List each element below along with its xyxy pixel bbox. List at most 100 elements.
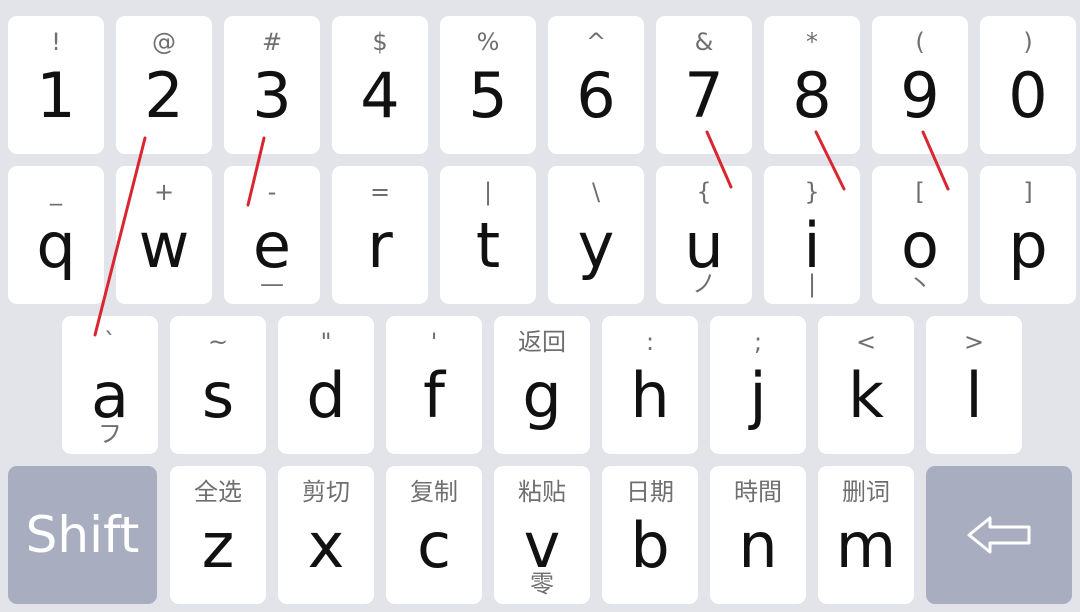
key-f[interactable]: ' f [386, 316, 482, 454]
key-o-tertiary-label: 丶 [908, 270, 932, 298]
soft-keyboard: ! 1 @2 #3 $4% 5 ^ 6 & 7 * 8(9) 0 _ q + w - e — = r | t \ y{u ノ} i |[… [0, 0, 1080, 612]
key-l[interactable]: > l [926, 316, 1022, 454]
key-4-secondary-label: $ [372, 28, 388, 56]
key-8-label: 8 [792, 59, 832, 132]
key-i-tertiary-label: | [807, 270, 817, 298]
key-t-secondary-label: | [483, 178, 493, 206]
key-e-tertiary-label: — [260, 270, 284, 298]
shift-key-label: Shift [25, 506, 140, 564]
key-h[interactable]: :h [602, 316, 698, 454]
key-9-label: 9 [900, 59, 940, 132]
key-i-secondary-label: } [804, 178, 820, 206]
key-u[interactable]: {u ノ [656, 166, 752, 304]
key-7[interactable]: & 7 [656, 16, 752, 154]
key-y-label: y [577, 209, 615, 282]
key-t[interactable]: | t [440, 166, 536, 304]
key-u-tertiary-label: ノ [692, 270, 716, 298]
key-2-label: 2 [144, 59, 184, 132]
key-d[interactable]: " d [278, 316, 374, 454]
key-o[interactable]: [o 丶 [872, 166, 968, 304]
key-o-secondary-label: [ [915, 178, 925, 206]
key-h-secondary-label: : [645, 328, 655, 356]
key-x-secondary-label: 剪切 [302, 478, 350, 506]
key-e[interactable]: - e — [224, 166, 320, 304]
key-1-secondary-label: ! [51, 28, 61, 56]
key-c[interactable]: 复制 c [386, 466, 482, 604]
key-0[interactable]: ) 0 [980, 16, 1076, 154]
key-k-secondary-label: < [855, 328, 877, 356]
key-z[interactable]: 全选 z [170, 466, 266, 604]
key-x[interactable]: 剪切 x [278, 466, 374, 604]
key-6[interactable]: ^ 6 [548, 16, 644, 154]
key-l-secondary-label: > [963, 328, 985, 356]
key-r[interactable]: = r [332, 166, 428, 304]
key-l-label: l [965, 359, 983, 432]
key-w[interactable]: + w [116, 166, 212, 304]
key-v[interactable]: 粘贴 v 零 [494, 466, 590, 604]
key-g-label: g [522, 359, 562, 432]
key-z-secondary-label: 全选 [194, 478, 242, 506]
key-q[interactable]: _ q [8, 166, 104, 304]
key-e-secondary-label: - [267, 178, 277, 206]
key-f-label: f [423, 359, 445, 432]
key-d-secondary-label: " [320, 328, 332, 356]
key-1-label: 1 [36, 59, 76, 132]
key-u-secondary-label: { [696, 178, 712, 206]
key-d-label: d [306, 359, 346, 432]
key-1[interactable]: ! 1 [8, 16, 104, 154]
key-g[interactable]: 返回 g [494, 316, 590, 454]
key-4-label: 4 [360, 59, 400, 132]
key-8[interactable]: * 8 [764, 16, 860, 154]
key-m[interactable]: 删词 m [818, 466, 914, 604]
key-6-label: 6 [576, 59, 616, 132]
key-g-secondary-label: 返回 [518, 328, 566, 356]
shift-key[interactable]: Shift [8, 466, 157, 604]
key-b-label: b [630, 509, 670, 582]
key-7-secondary-label: & [694, 28, 714, 56]
key-s-secondary-label: ~ [207, 328, 229, 356]
key-5-secondary-label: % [476, 28, 500, 56]
key-i[interactable]: } i | [764, 166, 860, 304]
key-k[interactable]: < k [818, 316, 914, 454]
key-5[interactable]: % 5 [440, 16, 536, 154]
key-b[interactable]: 日期 b [602, 466, 698, 604]
key-a[interactable]: ` a フ [62, 316, 158, 454]
key-s[interactable]: ~ s [170, 316, 266, 454]
key-p-secondary-label: ] [1023, 178, 1033, 206]
key-0-secondary-label: ) [1023, 28, 1033, 56]
key-w-secondary-label: + [153, 178, 175, 206]
key-v-secondary-label: 粘贴 [518, 478, 566, 506]
key-b-secondary-label: 日期 [626, 478, 674, 506]
key-a-tertiary-label: フ [98, 420, 122, 448]
backspace-arrow-icon [926, 466, 1072, 604]
key-6-secondary-label: ^ [585, 28, 607, 56]
key-8-secondary-label: * [806, 28, 818, 56]
key-t-label: t [475, 209, 501, 282]
key-n-label: n [738, 509, 778, 582]
key-3[interactable]: #3 [224, 16, 320, 154]
key-v-tertiary-label: 零 [530, 570, 554, 598]
key-x-label: x [307, 509, 345, 582]
key-a-secondary-label: ` [104, 328, 116, 356]
key-w-label: w [138, 209, 190, 282]
key-z-label: z [201, 509, 235, 582]
key-f-secondary-label: ' [430, 328, 438, 356]
key-s-label: s [201, 359, 235, 432]
key-j-label: j [749, 359, 767, 432]
key-h-label: h [630, 359, 670, 432]
backspace-key[interactable] [926, 466, 1072, 604]
key-4[interactable]: $4 [332, 16, 428, 154]
key-r-secondary-label: = [369, 178, 391, 206]
key-p[interactable]: ] p [980, 166, 1076, 304]
key-y[interactable]: \ y [548, 166, 644, 304]
key-y-secondary-label: \ [591, 178, 601, 206]
key-2[interactable]: @2 [116, 16, 212, 154]
key-m-secondary-label: 删词 [842, 478, 890, 506]
key-q-label: q [36, 209, 76, 282]
key-9[interactable]: (9 [872, 16, 968, 154]
key-r-label: r [367, 209, 393, 282]
key-j[interactable]: ; j [710, 316, 806, 454]
key-q-secondary-label: _ [50, 178, 62, 206]
key-c-label: c [416, 509, 452, 582]
key-n[interactable]: 時間 n [710, 466, 806, 604]
